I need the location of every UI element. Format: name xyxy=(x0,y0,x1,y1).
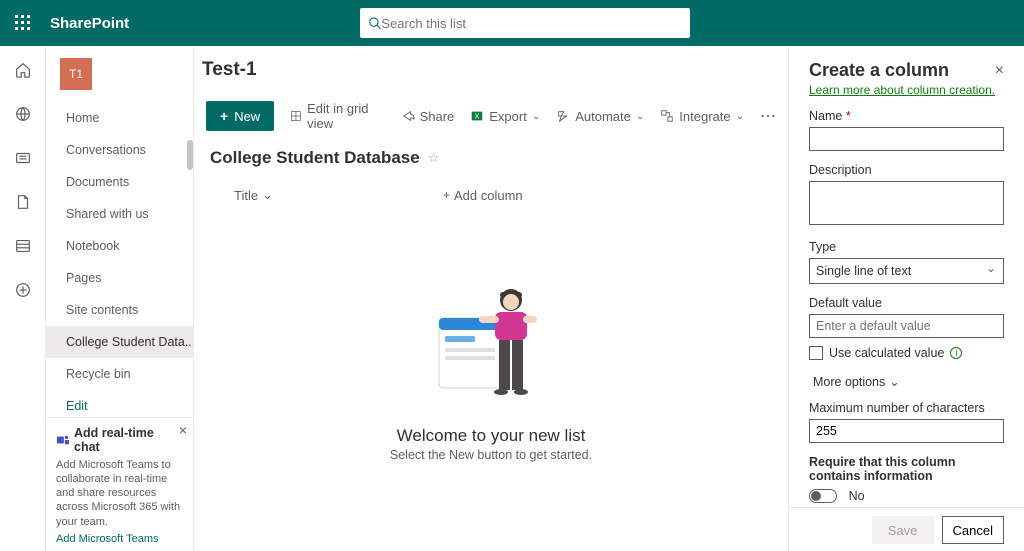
empty-state-title: Welcome to your new list xyxy=(397,426,586,446)
site-header: T1 xyxy=(46,46,193,102)
edit-grid-button[interactable]: Edit in grid view xyxy=(290,101,384,131)
type-label: Type xyxy=(809,240,1004,254)
rail-global-button[interactable] xyxy=(7,98,39,130)
suite-header: SharePoint xyxy=(0,0,1024,46)
plus-circle-icon xyxy=(14,281,32,299)
name-input[interactable] xyxy=(809,127,1004,151)
nav-college-student-database[interactable]: College Student Data... xyxy=(46,326,193,358)
search-icon xyxy=(368,16,381,30)
default-value-input[interactable] xyxy=(809,314,1004,338)
share-button[interactable]: Share xyxy=(401,109,455,124)
column-header-row: Title ⌄ + Add column xyxy=(194,178,788,212)
nav-home[interactable]: Home xyxy=(46,102,193,134)
edit-grid-label: Edit in grid view xyxy=(307,101,384,131)
rail-create-button[interactable] xyxy=(7,274,39,306)
empty-state: Welcome to your new list Select the New … xyxy=(194,212,788,551)
more-commands-button[interactable]: ⋯ xyxy=(760,106,776,126)
rail-news-button[interactable] xyxy=(7,142,39,174)
flow-icon xyxy=(556,109,570,123)
pane-footer: Save Cancel xyxy=(789,507,1024,551)
default-value-label: Default value xyxy=(809,296,1004,310)
globe-icon xyxy=(14,105,32,123)
teams-promo-card: × Add real-time chat Add Microsoft Teams… xyxy=(46,417,193,551)
quick-launch-nav: Home Conversations Documents Shared with… xyxy=(46,102,193,417)
command-bar: + New Edit in grid view Share X Export⌄ … xyxy=(194,94,788,138)
rail-files-button[interactable] xyxy=(7,186,39,218)
search-input[interactable] xyxy=(381,16,682,31)
nav-notebook[interactable]: Notebook xyxy=(46,230,193,262)
calculated-value-label: Use calculated value xyxy=(829,346,944,360)
left-nav: T1 Home Conversations Documents Shared w… xyxy=(46,46,194,551)
automate-label: Automate xyxy=(575,109,631,124)
main-content: Test-1 + New Edit in grid view Share X E… xyxy=(194,46,788,551)
teams-icon xyxy=(56,433,70,447)
brand-label: SharePoint xyxy=(50,15,129,32)
new-button-label: New xyxy=(234,109,260,124)
add-column-button[interactable]: + Add column xyxy=(443,188,523,203)
type-select[interactable]: Single line of text xyxy=(809,258,1004,284)
lists-icon xyxy=(14,237,32,255)
require-toggle-value: No xyxy=(849,489,865,503)
page-title[interactable]: Test-1 xyxy=(194,46,788,94)
cancel-button[interactable]: Cancel xyxy=(942,516,1004,544)
teams-promo-close-button[interactable]: × xyxy=(179,422,187,438)
chevron-down-icon: ⌄ xyxy=(262,187,273,203)
integrate-icon xyxy=(660,109,674,123)
app-launcher-button[interactable] xyxy=(0,0,46,46)
pane-close-button[interactable]: × xyxy=(995,62,1004,80)
more-options-toggle[interactable]: More options ⌄ xyxy=(809,374,1004,389)
max-chars-label: Maximum number of characters xyxy=(809,401,1004,415)
chevron-down-icon: ⌄ xyxy=(889,374,899,389)
nav-documents[interactable]: Documents xyxy=(46,166,193,198)
info-icon[interactable]: i xyxy=(950,347,962,359)
nav-scrollbar[interactable] xyxy=(187,140,193,170)
search-box[interactable] xyxy=(360,8,690,38)
home-icon xyxy=(14,61,32,79)
excel-icon: X xyxy=(470,109,484,123)
export-button[interactable]: X Export⌄ xyxy=(470,109,540,124)
svg-text:X: X xyxy=(475,114,480,121)
help-link[interactable]: Learn more about column creation. xyxy=(809,83,995,97)
nav-edit-link[interactable]: Edit xyxy=(46,390,193,417)
teams-promo-title: Add real-time chat xyxy=(74,426,183,454)
column-title[interactable]: Title ⌄ xyxy=(234,187,273,203)
empty-state-illustration xyxy=(431,282,551,422)
favorite-button[interactable]: ☆ xyxy=(428,150,440,166)
save-button[interactable]: Save xyxy=(872,516,934,544)
app-rail xyxy=(0,46,46,551)
create-column-pane: Create a column × Learn more about colum… xyxy=(788,46,1024,551)
description-label: Description xyxy=(809,163,1004,177)
rail-lists-button[interactable] xyxy=(7,230,39,262)
teams-promo-link[interactable]: Add Microsoft Teams xyxy=(56,533,159,545)
teams-promo-body: Add Microsoft Teams to collaborate in re… xyxy=(56,458,183,529)
export-label: Export xyxy=(489,109,527,124)
file-icon xyxy=(14,193,32,211)
grid-icon xyxy=(290,109,302,123)
integrate-button[interactable]: Integrate⌄ xyxy=(660,109,744,124)
share-label: Share xyxy=(420,109,455,124)
pane-title: Create a column xyxy=(809,60,949,81)
list-title-row: College Student Database ☆ xyxy=(194,138,788,178)
news-icon xyxy=(14,149,32,167)
list-title: College Student Database xyxy=(210,148,420,168)
nav-recycle-bin[interactable]: Recycle bin xyxy=(46,358,193,390)
max-chars-input[interactable] xyxy=(809,419,1004,443)
new-button[interactable]: + New xyxy=(206,101,274,131)
site-logo: T1 xyxy=(60,58,92,90)
nav-conversations[interactable]: Conversations xyxy=(46,134,193,166)
share-icon xyxy=(401,109,415,123)
name-label: Name * xyxy=(809,109,1004,123)
automate-button[interactable]: Automate⌄ xyxy=(556,109,644,124)
rail-home-button[interactable] xyxy=(7,54,39,86)
calculated-value-checkbox[interactable] xyxy=(809,346,823,360)
nav-pages[interactable]: Pages xyxy=(46,262,193,294)
description-input[interactable] xyxy=(809,181,1004,225)
nav-shared-with-us[interactable]: Shared with us xyxy=(46,198,193,230)
waffle-icon xyxy=(15,15,31,31)
integrate-label: Integrate xyxy=(679,109,730,124)
require-label: Require that this column contains inform… xyxy=(809,455,1004,483)
empty-state-subtitle: Select the New button to get started. xyxy=(390,448,592,462)
require-toggle[interactable] xyxy=(809,489,837,503)
nav-site-contents[interactable]: Site contents xyxy=(46,294,193,326)
